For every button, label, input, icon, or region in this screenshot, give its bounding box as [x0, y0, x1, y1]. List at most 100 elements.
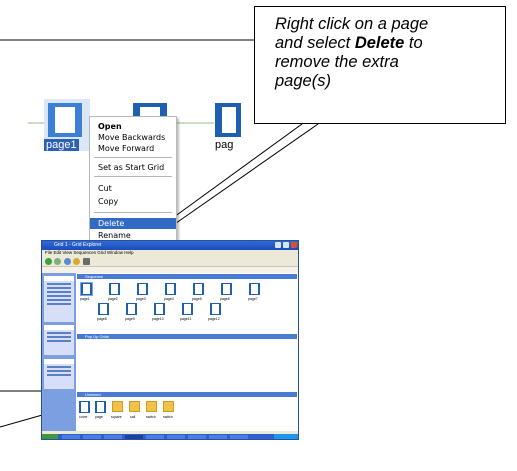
callout-line-1: Right click on a page [275, 15, 429, 33]
panel-link[interactable] [47, 287, 71, 289]
taskbar-button[interactable] [188, 435, 206, 439]
unlinked-page-thumbnail[interactable] [95, 401, 106, 413]
up-icon[interactable] [64, 258, 71, 265]
folder-icon[interactable] [112, 401, 123, 412]
group-title: Unlinked [85, 392, 101, 397]
page-label: page7 [248, 297, 258, 301]
page-thumbnail[interactable] [80, 282, 93, 296]
panel-header [44, 325, 74, 330]
page-label: page5 [192, 297, 202, 301]
context-menu: Open Move Backwards Move Forward Set as … [89, 116, 177, 244]
group-title: Sequence [85, 274, 104, 279]
panel-link[interactable] [47, 291, 71, 293]
panel-link[interactable] [47, 303, 71, 305]
taskbar-button[interactable] [230, 435, 248, 439]
window-title: Grid 1 - Grid Explorer [54, 242, 102, 248]
group-title: Pop Up Grids [85, 334, 110, 339]
menu-item-move-backwards[interactable]: Move Backwards [90, 132, 176, 143]
menu-item-set-start-grid[interactable]: Set as Start Grid [90, 162, 176, 173]
task-panel [44, 276, 74, 322]
page1-thumbnail[interactable] [48, 103, 82, 137]
taskbar-button[interactable] [146, 435, 164, 439]
panel-link[interactable] [47, 374, 71, 376]
unlinked-label: square [111, 415, 122, 419]
group-header-pop-up: Pop Up Grids [77, 334, 297, 339]
folder-icon[interactable] [146, 401, 157, 412]
page-inner [55, 107, 75, 133]
panel-link[interactable] [47, 370, 71, 372]
page-thumbnail[interactable] [193, 283, 204, 295]
page-thumbnail[interactable] [126, 303, 137, 315]
taskbar-button[interactable] [209, 435, 227, 439]
page-thumbnail[interactable] [109, 283, 120, 295]
page-label: page8 [97, 317, 107, 321]
folder-icon[interactable] [73, 258, 80, 265]
views-icon[interactable] [83, 258, 90, 265]
menu-item-copy[interactable]: Copy [90, 196, 176, 207]
menu-separator [94, 212, 172, 213]
taskbar-button-active[interactable] [125, 435, 143, 439]
menu-item-cut[interactable]: Cut [90, 183, 176, 194]
taskbar-button[interactable] [104, 435, 122, 439]
taskbar-button[interactable] [62, 435, 80, 439]
folder-icon[interactable] [163, 401, 174, 412]
sequence-arrow-left [28, 122, 44, 124]
unlinked-page-thumbnail[interactable] [79, 401, 90, 413]
page-thumbnail[interactable] [221, 283, 232, 295]
minimize-icon[interactable] [275, 242, 281, 248]
group-header-sequence: Sequence [77, 274, 297, 279]
panel-link[interactable] [47, 299, 71, 301]
system-tray [274, 434, 298, 439]
panel-header [44, 359, 74, 364]
taskbar-button[interactable] [83, 435, 101, 439]
panel-header [44, 276, 74, 281]
page-thumbnail[interactable] [98, 303, 109, 315]
menu-item-delete[interactable]: Delete [90, 218, 176, 229]
page-thumbnail[interactable] [210, 303, 221, 315]
back-icon[interactable] [45, 258, 52, 265]
unlinked-label: cover [79, 415, 88, 419]
page-label: page4 [164, 297, 174, 301]
callout-line-2-end: to [404, 34, 423, 52]
page-label: page11 [180, 317, 192, 321]
panel-link[interactable] [47, 340, 71, 342]
content-area: Sequence page1 page2 page3 page4 page5 p… [76, 273, 298, 431]
folder-icon[interactable] [129, 401, 140, 412]
panel-link[interactable] [47, 332, 71, 334]
unlinked-label: switch [163, 415, 173, 419]
taskbar-button[interactable] [167, 435, 185, 439]
menu-item-open[interactable]: Open [90, 121, 176, 132]
forward-icon[interactable] [54, 258, 61, 265]
page-thumbnail[interactable] [154, 303, 165, 315]
page-label: page10 [152, 317, 164, 321]
places-panel [44, 359, 74, 389]
page-thumbnail[interactable] [249, 283, 260, 295]
window-titlebar: Grid 1 - Grid Explorer [42, 241, 298, 250]
unlinked-label: call [130, 415, 136, 419]
menu-separator [94, 176, 172, 177]
page-label: page6 [220, 297, 230, 301]
callout-line-2-text: and select [275, 34, 355, 52]
task-pane [42, 273, 76, 431]
partial-page-label: pag [215, 139, 234, 151]
maximize-icon[interactable] [283, 242, 289, 248]
panel-link[interactable] [47, 295, 71, 297]
page-thumbnail[interactable] [165, 283, 176, 295]
page-inner [222, 107, 236, 133]
grid-explorer-window: Grid 1 - Grid Explorer File Edit View Se… [41, 240, 299, 440]
panel-link[interactable] [47, 283, 71, 285]
panel-link[interactable] [47, 336, 71, 338]
page-label: page12 [208, 317, 220, 321]
taskbar [42, 434, 298, 439]
unlinked-label: switch [146, 415, 156, 419]
close-icon[interactable] [291, 242, 297, 248]
menu-item-move-forward[interactable]: Move Forward [90, 143, 176, 154]
page-thumbnail-partial[interactable] [215, 103, 241, 137]
toolbar [42, 256, 298, 267]
start-button[interactable] [42, 434, 58, 439]
sequence-panel [44, 325, 74, 355]
panel-link[interactable] [47, 366, 71, 368]
callout-line-4: page(s) [275, 72, 331, 90]
page-thumbnail[interactable] [137, 283, 148, 295]
page-thumbnail[interactable] [182, 303, 193, 315]
